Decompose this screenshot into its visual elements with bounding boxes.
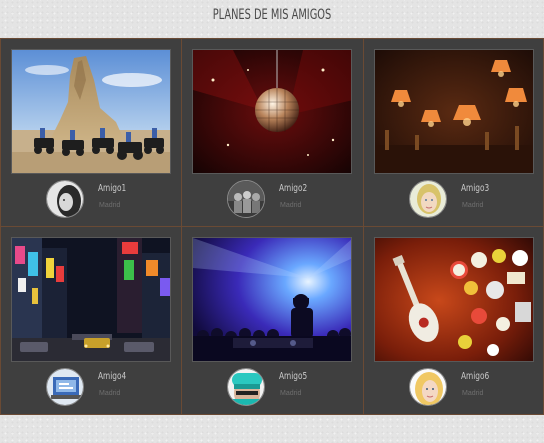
friend-city: Madrid	[462, 202, 484, 209]
blonde-woman-avatar[interactable]	[409, 368, 447, 406]
friend-name[interactable]: Amigo6	[461, 371, 489, 382]
friend-name[interactable]: Amigo5	[279, 371, 307, 382]
friend-card-5[interactable]: Amigo5 Madrid	[182, 227, 364, 415]
friend-city: Madrid	[280, 390, 302, 397]
friend-name[interactable]: Amigo3	[461, 183, 489, 194]
guitar-sign-wall-photo[interactable]	[374, 237, 534, 362]
city-night-street-photo[interactable]	[11, 237, 171, 362]
blonde-girl-avatar[interactable]	[409, 180, 447, 218]
cyan-hat-avatar[interactable]	[227, 368, 265, 406]
friend-city: Madrid	[99, 202, 121, 209]
friend-card-2[interactable]: Amigo2 Madrid	[182, 38, 364, 227]
friend-name[interactable]: Amigo2	[279, 183, 307, 194]
laptop-screen-avatar[interactable]	[46, 368, 84, 406]
page-title: PLANES DE MIS AMIGOS	[212, 7, 332, 23]
dj-concert-crowd-photo[interactable]	[192, 237, 352, 362]
friend-card-1[interactable]: Amigo1 Madrid	[0, 38, 182, 227]
friends-grid: Amigo1 Madrid Amigo2 Madrid Amigo3 Madri…	[0, 38, 544, 415]
friend-card-3[interactable]: Amigo3 Madrid	[364, 38, 544, 227]
friend-name[interactable]: Amigo1	[98, 183, 126, 194]
friend-city: Madrid	[462, 390, 484, 397]
friend-city: Madrid	[280, 202, 302, 209]
disco-ball-club-photo[interactable]	[192, 49, 352, 174]
group-photo-avatar[interactable]	[227, 180, 265, 218]
friend-city: Madrid	[99, 390, 121, 397]
friend-card-4[interactable]: Amigo4 Madrid	[0, 227, 182, 415]
friend-name[interactable]: Amigo4	[98, 371, 126, 382]
friend-card-6[interactable]: Amigo6 Madrid	[364, 227, 544, 415]
grayscale-portrait-avatar[interactable]	[46, 180, 84, 218]
lamp-bar-interior-photo[interactable]	[374, 49, 534, 174]
desert-rock-atv-photo[interactable]	[11, 49, 171, 174]
